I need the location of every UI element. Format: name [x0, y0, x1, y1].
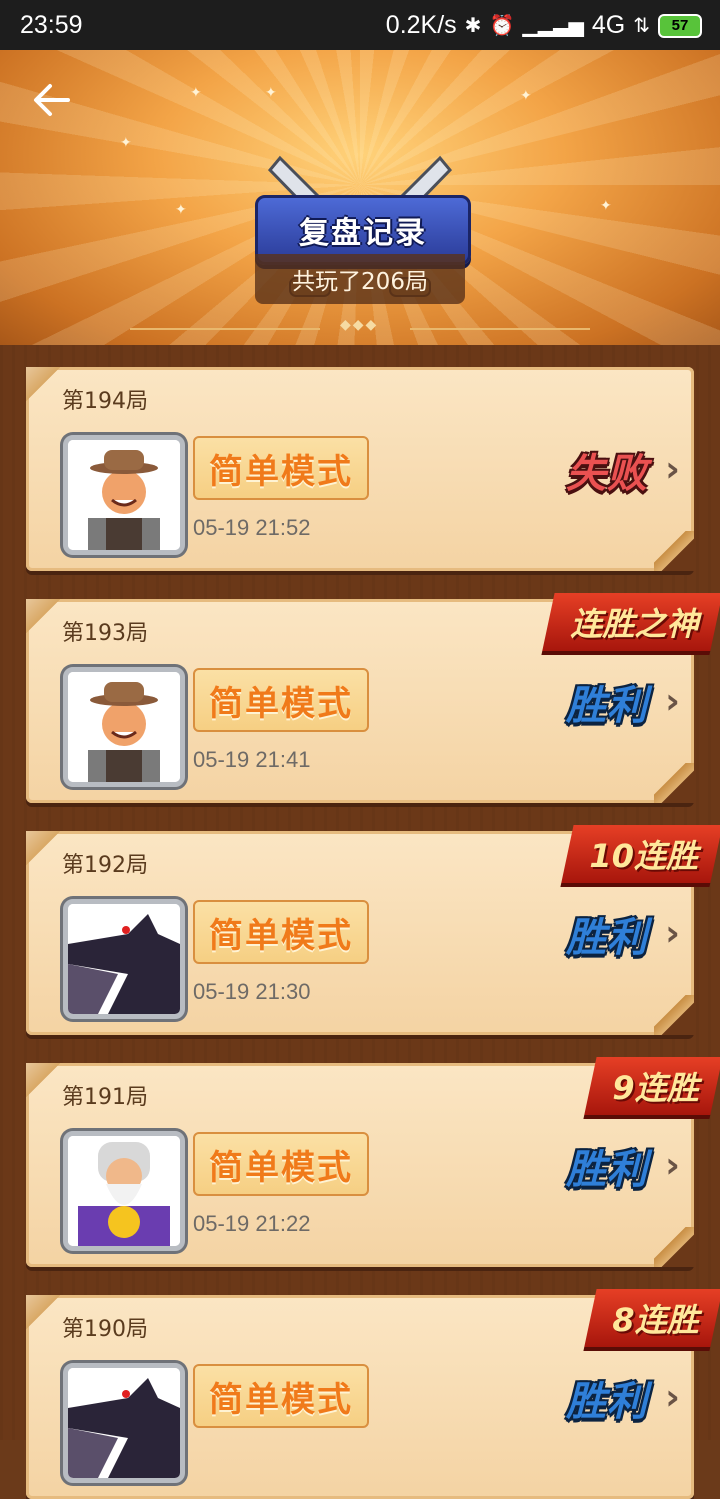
- status-bar: 23:59 0.2K/s ✱ ⏰ ▁▂▃▅ 4G ⇅ 57: [0, 0, 720, 50]
- avatar-wolf: [63, 1363, 185, 1483]
- avatar-wolf: [63, 899, 185, 1019]
- divider-line-right: [410, 328, 590, 330]
- game-record-card[interactable]: 10连胜 第192局 简单模式 05-19 21:30 胜利 ›: [26, 825, 720, 1035]
- divider-line-left: [130, 328, 320, 330]
- game-datetime: 05-19 21:30: [193, 979, 311, 1004]
- chevron-right-icon: ›: [665, 913, 680, 954]
- avatar-farmer: [63, 435, 185, 555]
- mode-badge: 简单模式: [193, 1132, 369, 1196]
- streak-label: 8连胜: [612, 1301, 699, 1339]
- mode-badge: 简单模式: [193, 436, 369, 500]
- paper-corner: [26, 1295, 60, 1329]
- chevron-right-icon: ›: [665, 449, 680, 490]
- streak-label: 连胜之神: [570, 605, 699, 643]
- avatar-farmer: [63, 667, 185, 787]
- sparkle-icon: ✦: [120, 135, 132, 151]
- header-divider: ◆◆◆: [0, 317, 720, 340]
- game-record-card[interactable]: 第194局 简单模式 05-19 21:52 失败 ›: [26, 367, 694, 571]
- paper-corner: [26, 831, 60, 865]
- back-arrow-icon[interactable]: [30, 78, 84, 122]
- farmer-avatar-icon: [68, 440, 180, 550]
- result-label: 胜利: [566, 1379, 648, 1425]
- streak-label: 9连胜: [612, 1069, 699, 1107]
- network-type: 4G: [591, 11, 626, 39]
- alarm-icon: ⏰: [489, 15, 515, 37]
- back-arrow-svg: [34, 84, 70, 116]
- paper-corner: [654, 995, 694, 1035]
- paper-corner: [654, 1227, 694, 1267]
- total-games-count: 共玩了206局: [255, 254, 465, 304]
- network-speed: 0.2K/s: [385, 11, 457, 39]
- sparkle-icon: ✦: [190, 85, 202, 101]
- mode-badge: 简单模式: [193, 900, 369, 964]
- paper-corner: [26, 599, 60, 633]
- header: ✦ ✦ ✦ ✦ ✦ ✦ 复盘记录 共玩了206局 ◆◆◆: [0, 50, 720, 350]
- result-label: 胜利: [566, 915, 648, 961]
- round-number: 第193局: [62, 621, 148, 646]
- game-datetime: 05-19 21:22: [193, 1211, 311, 1236]
- game-record-card[interactable]: 连胜之神 第193局 简单模式 05-19 21:41 胜利 ›: [26, 593, 720, 803]
- signal-icon: ▁▂▃▅: [522, 15, 584, 37]
- chevron-right-icon: ›: [665, 1377, 680, 1418]
- round-number: 第192局: [62, 853, 148, 878]
- result-label: 胜利: [566, 1147, 648, 1193]
- game-record-card[interactable]: 8连胜 第190局 简单模式 胜利 ›: [26, 1289, 720, 1499]
- chevron-right-icon: ›: [665, 1145, 680, 1186]
- sparkle-icon: ✦: [520, 88, 532, 104]
- sparkle-icon: ✦: [600, 198, 612, 214]
- bluetooth-icon: ✱: [464, 15, 482, 37]
- streak-badge: 10连胜: [560, 825, 720, 887]
- mode-badge: 简单模式: [193, 1364, 369, 1428]
- streak-badge: 9连胜: [583, 1057, 720, 1119]
- round-number: 第190局: [62, 1317, 148, 1342]
- paper-corner: [654, 763, 694, 803]
- farmer-avatar-icon: [68, 672, 180, 782]
- wizard-avatar-icon: [68, 1136, 180, 1246]
- streak-label: 10连胜: [589, 837, 699, 875]
- streak-badge: 连胜之神: [541, 593, 720, 655]
- sparkle-icon: ✦: [265, 85, 277, 101]
- round-number: 第191局: [62, 1085, 148, 1110]
- paper-corner: [26, 367, 60, 401]
- avatar-wizard: [63, 1131, 185, 1251]
- wifi-icon: ⇅: [633, 15, 650, 37]
- result-label: 胜利: [566, 683, 648, 729]
- game-record-card[interactable]: 9连胜 第191局 简单模式 05-19 21:22 胜利 ›: [26, 1057, 720, 1267]
- paper-corner: [26, 1063, 60, 1097]
- mode-badge: 简单模式: [193, 668, 369, 732]
- status-right-group: 0.2K/s ✱ ⏰ ▁▂▃▅ 4G ⇅ 57: [386, 11, 702, 40]
- wolf-avatar-icon: [68, 1368, 180, 1478]
- round-number: 第194局: [62, 389, 148, 414]
- status-time: 23:59: [20, 11, 83, 39]
- streak-badge: 8连胜: [583, 1289, 720, 1351]
- result-label: 失败: [566, 451, 648, 497]
- diamond-ornament-icon: ◆◆◆: [340, 317, 379, 333]
- game-record-list: 第194局 简单模式 05-19 21:52 失败 › 连胜之神 第193局 简…: [0, 345, 720, 1499]
- sparkle-icon: ✦: [175, 202, 187, 218]
- game-datetime: 05-19 21:52: [193, 515, 311, 540]
- wolf-avatar-icon: [68, 904, 180, 1014]
- chevron-right-icon: ›: [665, 681, 680, 722]
- game-datetime: 05-19 21:41: [193, 747, 311, 772]
- battery-icon: 57: [658, 13, 702, 38]
- paper-corner: [654, 531, 694, 571]
